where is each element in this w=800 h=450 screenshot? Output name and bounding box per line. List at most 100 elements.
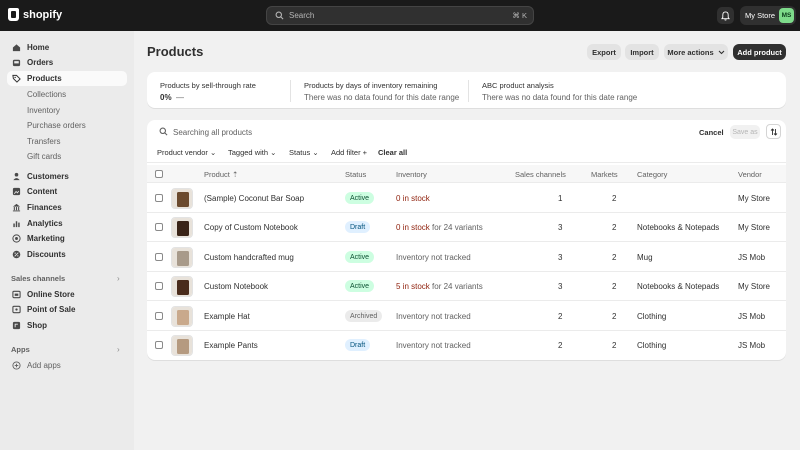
sidebar-item-home[interactable]: Home	[7, 40, 127, 55]
status-badge: Archived	[345, 310, 383, 322]
product-name[interactable]: Copy of Custom Notebook	[204, 223, 298, 232]
import-button[interactable]: Import	[625, 44, 659, 60]
product-name[interactable]: Example Hat	[204, 312, 250, 321]
pos-icon	[12, 305, 21, 314]
metric-value: There was no data found for this date ra…	[482, 93, 638, 102]
markets-count: 2	[612, 282, 617, 291]
product-name[interactable]: Example Pants	[204, 341, 258, 350]
markets-count: 2	[612, 223, 617, 232]
product-search-input[interactable]: Searching all products	[173, 128, 252, 137]
discount-icon	[12, 250, 21, 259]
sidebar: Home Orders Products Collections Invento…	[0, 31, 134, 450]
sidebar-sub-purchase-orders[interactable]: Purchase orders	[27, 121, 86, 130]
search-placeholder: Search	[289, 11, 315, 20]
sidebar-item-customers[interactable]: Customers	[7, 169, 127, 184]
apps-chevron-icon[interactable]: ›	[117, 345, 120, 354]
row-checkbox[interactable]	[155, 194, 163, 202]
row-checkbox[interactable]	[155, 282, 163, 290]
product-thumbnail	[171, 217, 193, 238]
product-thumbnail	[171, 335, 193, 356]
sidebar-item-online-store[interactable]: Online Store	[7, 287, 127, 302]
sales-channels-count: 1	[558, 194, 563, 203]
cancel-button[interactable]: Cancel	[699, 128, 724, 137]
inbox-icon	[12, 59, 21, 67]
inventory-cell: 0 in stock for 24 variants	[396, 223, 483, 232]
table-row[interactable]: Example Pants Draft Inventory not tracked 2…	[147, 331, 786, 360]
add-product-button[interactable]: Add product	[733, 44, 786, 60]
row-checkbox[interactable]	[155, 312, 163, 320]
sidebar-item-content[interactable]: Content	[7, 184, 127, 199]
product-search-row: Searching all products Cancel Save as	[147, 120, 786, 144]
status-badge: Active	[345, 251, 375, 263]
table-row[interactable]: Copy of Custom Notebook Draft 0 in stock f…	[147, 213, 786, 242]
clear-all-button[interactable]: Clear all	[378, 148, 407, 157]
search-icon	[275, 11, 284, 20]
sidebar-item-analytics[interactable]: Analytics	[7, 216, 127, 231]
sidebar-item-label: Analytics	[27, 219, 63, 228]
product-name[interactable]: Custom Notebook	[204, 282, 268, 291]
category-cell: Mug	[637, 253, 653, 262]
sidebar-sub-transfers[interactable]: Transfers	[27, 137, 61, 146]
metric-label: Products by sell-through rate	[160, 81, 256, 90]
metric-label: Products by days of inventory remaining	[304, 81, 438, 90]
category-cell: Notebooks & Notepads	[637, 282, 720, 291]
sales-channels-count: 2	[558, 312, 563, 321]
table-row[interactable]: (Sample) Coconut Bar Soap Active 0 in stoc…	[147, 184, 786, 213]
export-button[interactable]: Export	[587, 44, 621, 60]
sidebar-item-discounts[interactable]: Discounts	[7, 247, 127, 262]
more-actions-button[interactable]: More actions	[664, 44, 728, 60]
vendor-cell: JS Mob	[738, 253, 766, 262]
product-name[interactable]: (Sample) Coconut Bar Soap	[204, 194, 304, 203]
sidebar-sub-inventory[interactable]: Inventory	[27, 106, 60, 115]
column-product[interactable]: Product ⇡	[204, 170, 238, 179]
notifications-button[interactable]	[717, 7, 734, 24]
sales-channels-chevron-icon[interactable]: ›	[117, 274, 120, 283]
thumb-shape	[177, 251, 189, 266]
select-all-checkbox[interactable]	[155, 170, 163, 178]
filter-product-vendor[interactable]: Product vendor ⌄	[157, 148, 216, 157]
global-search-input[interactable]: Search ⌘ K	[266, 6, 534, 25]
metric-divider	[468, 80, 469, 102]
column-markets: Markets	[591, 170, 618, 179]
row-checkbox[interactable]	[155, 253, 163, 261]
sidebar-item-shop[interactable]: Shop	[7, 318, 127, 333]
sidebar-item-products[interactable]: Products	[7, 71, 127, 86]
sidebar-item-label: Home	[27, 43, 50, 52]
inventory-cell: 5 in stock for 24 variants	[396, 282, 483, 291]
sidebar-item-orders[interactable]: Orders	[7, 55, 127, 70]
row-checkbox[interactable]	[155, 223, 163, 231]
thumb-shape	[177, 192, 189, 207]
markets-count: 2	[612, 253, 617, 262]
filter-status[interactable]: Status ⌄	[289, 148, 319, 157]
status-badge: Draft	[345, 339, 371, 351]
inventory-cell: Inventory not tracked	[396, 312, 471, 321]
sort-icon	[770, 127, 777, 136]
sort-button[interactable]	[766, 124, 781, 139]
table-row[interactable]: Custom Notebook Active 5 in stock for 24 v…	[147, 272, 786, 301]
product-thumbnail	[171, 306, 193, 327]
sidebar-item-marketing[interactable]: Marketing	[7, 231, 127, 246]
metric-label: ABC product analysis	[482, 81, 554, 90]
markets-count: 2	[612, 341, 617, 350]
sidebar-item-add-apps[interactable]: Add apps	[7, 358, 127, 373]
store-menu-button[interactable]: My Store MS	[740, 6, 796, 25]
thumb-shape	[177, 280, 189, 295]
save-as-button[interactable]: Save as	[730, 125, 760, 139]
filter-tagged-with[interactable]: Tagged with ⌄	[228, 148, 276, 157]
vendor-cell: JS Mob	[738, 341, 766, 350]
analytics-bar: Products by sell-through rate 0% — Produ…	[147, 72, 786, 108]
sidebar-item-label: Finances	[27, 203, 62, 212]
sidebar-sub-gift-cards[interactable]: Gift cards	[27, 152, 61, 161]
add-filter-button[interactable]: Add filter +	[331, 148, 367, 157]
sidebar-sub-collections[interactable]: Collections	[27, 90, 66, 99]
table-row[interactable]: Custom handcrafted mug Active Inventory no…	[147, 243, 786, 272]
product-name[interactable]: Custom handcrafted mug	[204, 253, 294, 262]
shopify-logo[interactable]: shopify	[8, 8, 62, 21]
table-row[interactable]: Example Hat Archived Inventory not tracked…	[147, 302, 786, 331]
target-icon	[12, 234, 21, 243]
row-checkbox[interactable]	[155, 341, 163, 349]
sidebar-item-finances[interactable]: Finances	[7, 200, 127, 215]
bank-icon	[12, 203, 21, 212]
chevron-down-icon	[718, 50, 725, 54]
sidebar-item-point-of-sale[interactable]: Point of Sale	[7, 302, 127, 317]
